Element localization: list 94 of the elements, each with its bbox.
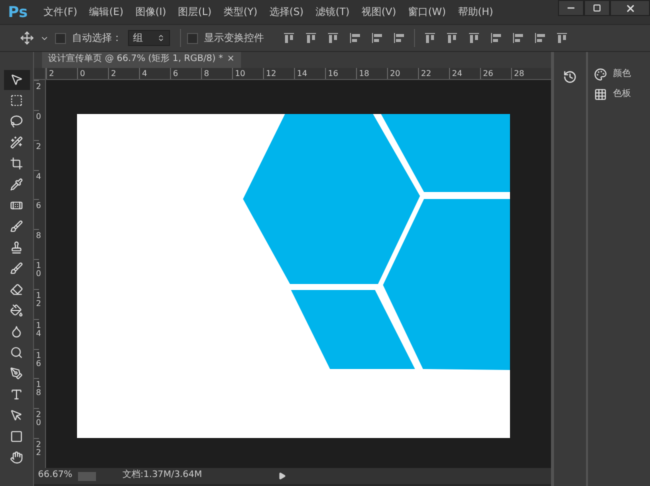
menu-item[interactable]: 滤镜(T)	[310, 4, 356, 20]
stamp-icon	[10, 241, 23, 254]
align-icon[interactable]	[282, 31, 296, 45]
close-button[interactable]	[610, 0, 650, 16]
align-icon[interactable]	[370, 31, 384, 45]
align-icon[interactable]	[467, 31, 481, 45]
palette-icon	[594, 68, 607, 82]
auto-select-label: 自动选择：	[72, 32, 122, 46]
ruler-label: 16	[34, 348, 40, 378]
ruler-label: 20	[387, 68, 418, 79]
grid-icon	[594, 88, 607, 101]
play-icon[interactable]	[278, 472, 286, 480]
marquee-icon	[10, 94, 23, 108]
ruler-label: 18	[356, 68, 387, 79]
align-icon[interactable]	[423, 31, 437, 45]
menu-item[interactable]: 类型(Y)	[218, 4, 264, 20]
document-tab[interactable]: 设计宣传单页 @ 66.7% (矩形 1, RGB/8) * ×	[42, 52, 241, 68]
hand-icon	[10, 451, 23, 464]
magnifier-icon	[10, 346, 23, 360]
ruler-label: 14	[294, 68, 325, 79]
menu-item[interactable]: 窗口(W)	[402, 4, 452, 20]
ruler-label: 4	[34, 170, 40, 200]
pen-icon	[10, 367, 23, 380]
eraser-icon	[10, 283, 23, 296]
magic-wand-icon	[10, 136, 23, 150]
move-tool-icon	[10, 73, 23, 86]
app-logo: Ps	[8, 2, 28, 23]
brush-icon	[10, 262, 23, 276]
maximize-button[interactable]	[584, 0, 610, 16]
ruler-label: 8	[201, 68, 232, 79]
panel-item[interactable]: 颜色	[594, 68, 644, 82]
ruler-label: 14	[34, 318, 40, 349]
menu-item[interactable]: 视图(V)	[356, 4, 402, 20]
ruler-label: 8	[34, 229, 40, 260]
document-size: 文档:1.37M/3.64M	[122, 469, 202, 482]
ruler-label: 12	[263, 68, 294, 79]
ruler-label: 20	[34, 408, 40, 438]
ruler-label: 2	[34, 140, 40, 170]
ruler-label: 0	[34, 110, 40, 140]
brush-icon	[10, 220, 23, 234]
menu-item[interactable]: 图层(L)	[172, 4, 218, 20]
ruler-label: 0	[77, 68, 108, 79]
pointer-icon	[10, 409, 23, 422]
align-icon[interactable]	[445, 31, 459, 45]
type-icon	[10, 388, 23, 402]
rectangle-icon	[10, 430, 23, 444]
menu-item[interactable]: 文件(F)	[38, 4, 84, 20]
droplet-icon	[10, 325, 23, 338]
close-tab-button[interactable]: ×	[227, 53, 235, 67]
tool-button[interactable]	[4, 70, 30, 90]
panel-item[interactable]: 色板	[594, 88, 644, 101]
maximize-icon[interactable]	[593, 4, 601, 12]
ruler-label: 24	[449, 68, 480, 79]
select-dropdown[interactable]: 组	[128, 30, 170, 46]
history-icon[interactable]	[563, 70, 577, 84]
align-icon[interactable]	[392, 31, 406, 45]
eyedropper-icon	[10, 178, 23, 192]
zoom-level: 66.67%	[38, 469, 72, 482]
bandage-icon	[10, 199, 23, 212]
ruler-label: 2	[34, 80, 40, 110]
menu-item[interactable]: 帮助(H)	[452, 4, 500, 20]
menu-item[interactable]: 选择(S)	[263, 4, 310, 20]
move-tool-icon[interactable]	[20, 31, 34, 45]
show-transform-label: 显示变换控件	[204, 32, 264, 46]
checkbox[interactable]	[55, 32, 66, 44]
ruler-label: 10	[34, 259, 40, 289]
spinner-icon[interactable]	[157, 34, 165, 42]
align-icon[interactable]	[555, 31, 569, 45]
ruler-label: 18	[34, 378, 40, 408]
menu-item[interactable]: 图像(I)	[129, 4, 172, 20]
align-icon[interactable]	[489, 31, 503, 45]
lasso-icon	[10, 115, 23, 128]
ruler-label: 28	[511, 68, 542, 79]
ruler-label: 2	[46, 68, 77, 79]
align-icon[interactable]	[511, 31, 525, 45]
ruler-label: 6	[34, 199, 40, 230]
ruler-label: 12	[34, 288, 40, 319]
checkbox[interactable]	[187, 32, 198, 44]
menu-item[interactable]: 编辑(E)	[83, 4, 130, 20]
ruler-label: 22	[418, 68, 449, 79]
status-icon	[78, 472, 96, 480]
ruler-label: 2	[108, 68, 139, 79]
align-icon[interactable]	[533, 31, 547, 45]
align-icon[interactable]	[348, 31, 362, 45]
ruler-label: 10	[232, 68, 263, 79]
align-icon[interactable]	[326, 31, 340, 45]
paint-bucket-icon	[10, 304, 23, 318]
ruler-label: 6	[170, 68, 201, 79]
crop-icon	[10, 157, 23, 170]
ruler-label: 16	[325, 68, 356, 79]
ruler-label: 26	[480, 68, 511, 79]
align-icon[interactable]	[304, 31, 318, 45]
close-icon[interactable]	[624, 2, 636, 14]
ruler-label: 4	[139, 68, 170, 79]
